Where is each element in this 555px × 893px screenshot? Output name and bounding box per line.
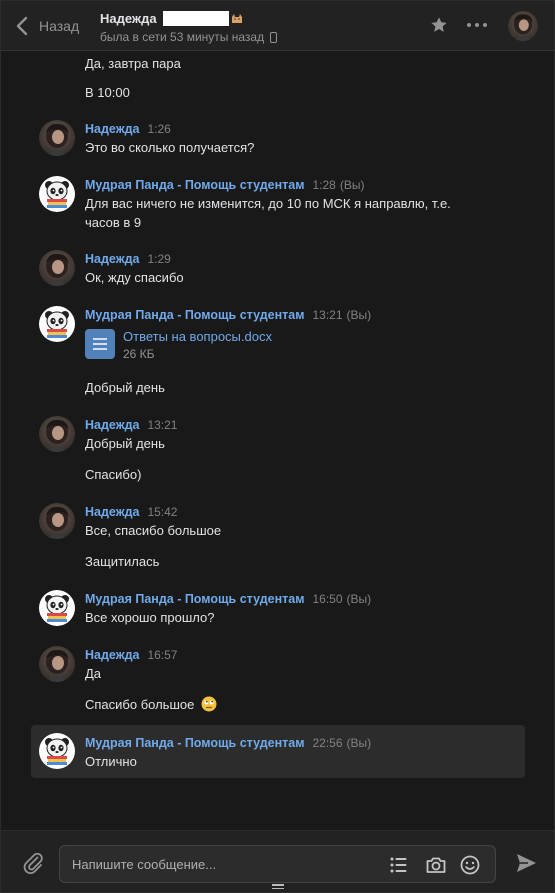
message-group[interactable]: Мудрая Панда - Помощь студентам 1:28 (Вы…: [31, 172, 525, 234]
avatar[interactable]: [39, 590, 75, 626]
message-author[interactable]: Надежда: [85, 505, 139, 519]
avatar[interactable]: [39, 503, 75, 539]
message-author[interactable]: Мудрая Панда - Помощь студентам: [85, 308, 304, 322]
message-input-box[interactable]: [59, 845, 496, 883]
peer-name[interactable]: Надежда: [100, 11, 157, 26]
message-text: Ок, жду спасибо: [85, 270, 184, 285]
avatar[interactable]: [39, 120, 75, 156]
message-group[interactable]: Надежда 15:42 Все, спасибо большое Защит…: [31, 499, 525, 575]
message-text: Добрый день: [85, 380, 165, 395]
message-time[interactable]: 1:29: [147, 252, 170, 266]
peer-status: была в сети 53 минуты назад: [100, 30, 265, 44]
message-author[interactable]: Надежда: [85, 648, 139, 662]
message-input[interactable]: [72, 846, 372, 882]
message-text: Это во сколько получается?: [85, 140, 255, 155]
list-icon[interactable]: [388, 854, 410, 876]
message-text: Да: [85, 666, 102, 681]
smile-icon[interactable]: [459, 854, 481, 876]
you-label: (Вы): [346, 308, 372, 322]
redacted-block: [162, 10, 229, 26]
more-dots-icon[interactable]: [467, 23, 487, 29]
message-text: часов в 9: [85, 215, 142, 230]
message-time[interactable]: 22:56: [312, 736, 342, 750]
message-text: Да, завтра пара: [85, 56, 181, 71]
chat-header: Назад Надежда была в сети 53 минуты наза…: [1, 1, 554, 51]
message-list[interactable]: Да, завтра пара В 10:00 Надежда 1:26 Это…: [1, 52, 554, 830]
camera-icon[interactable]: [425, 854, 447, 876]
cat-emoji-icon: [231, 14, 242, 23]
message-author[interactable]: Мудрая Панда - Помощь студентам: [85, 736, 304, 750]
chat-window: Назад Надежда была в сети 53 минуты наза…: [0, 0, 555, 893]
message-group[interactable]: Надежда 16:57 Да Спасибо большое: [31, 642, 525, 718]
message-time[interactable]: 15:42: [147, 505, 177, 519]
message-author[interactable]: Надежда: [85, 252, 139, 266]
back-button[interactable]: Назад: [15, 15, 79, 37]
message-group-selected[interactable]: Мудрая Панда - Помощь студентам 22:56 (В…: [31, 725, 525, 778]
back-label: Назад: [39, 18, 80, 34]
message-time[interactable]: 1:26: [147, 122, 170, 136]
message-text: Спасибо): [85, 467, 142, 482]
message-group[interactable]: Мудрая Панда - Помощь студентам 13:21 (В…: [31, 302, 525, 402]
resize-handle-icon[interactable]: [272, 884, 284, 890]
message-text: В 10:00: [85, 85, 130, 100]
mobile-phone-icon: [270, 31, 278, 43]
message-author[interactable]: Надежда: [85, 418, 139, 432]
file-name[interactable]: Ответы на вопросы.docx: [123, 329, 272, 345]
avatar[interactable]: [39, 733, 75, 769]
message-author[interactable]: Мудрая Панда - Помощь студентам: [85, 592, 304, 606]
avatar[interactable]: [39, 306, 75, 342]
message-text: Добрый день: [85, 436, 165, 451]
avatar[interactable]: [39, 176, 75, 212]
peer-info[interactable]: Надежда была в сети 53 минуты назад: [100, 9, 278, 44]
message-text: Все, спасибо большое: [85, 523, 222, 538]
message-text: Все хорошо прошло?: [85, 610, 215, 625]
peer-avatar[interactable]: [508, 11, 538, 41]
star-icon[interactable]: [430, 16, 448, 34]
message-group[interactable]: Надежда 1:29 Ок, жду спасибо: [31, 246, 525, 290]
message-author[interactable]: Мудрая Панда - Помощь студентам: [85, 178, 304, 192]
send-icon[interactable]: [514, 851, 538, 875]
message-time[interactable]: 1:28: [312, 178, 335, 192]
message-time[interactable]: 16:57: [147, 648, 177, 662]
message-text-row: Спасибо большое: [85, 695, 217, 714]
paperclip-icon[interactable]: [21, 851, 45, 875]
message-text: Защитилась: [85, 554, 160, 569]
you-label: (Вы): [346, 736, 372, 750]
message-text: Спасибо большое: [85, 697, 195, 712]
message-group[interactable]: Надежда 13:21 Добрый день Спасибо): [31, 412, 525, 488]
message-group[interactable]: Мудрая Панда - Помощь студентам 16:50 (В…: [31, 586, 525, 630]
message-text: Для вас ничего не изменится, до 10 по МС…: [85, 196, 451, 211]
you-label: (Вы): [346, 592, 372, 606]
document-icon[interactable]: [85, 329, 115, 359]
avatar[interactable]: [39, 646, 75, 682]
message-text: Отлично: [85, 754, 137, 769]
avatar[interactable]: [39, 416, 75, 452]
message-time[interactable]: 13:21: [312, 308, 342, 322]
message-time[interactable]: 16:50: [312, 592, 342, 606]
chevron-left-icon: [16, 16, 28, 36]
rolling-eyes-emoji-icon: [201, 696, 217, 712]
message-time[interactable]: 13:21: [147, 418, 177, 432]
file-size: 26 КБ: [123, 347, 155, 361]
you-label: (Вы): [339, 178, 365, 192]
avatar[interactable]: [39, 250, 75, 286]
message-author[interactable]: Надежда: [85, 122, 139, 136]
file-attachment[interactable]: Ответы на вопросы.docx 26 КБ: [85, 329, 272, 361]
message-composer: [1, 830, 554, 892]
message-group[interactable]: Надежда 1:26 Это во сколько получается?: [31, 116, 525, 160]
